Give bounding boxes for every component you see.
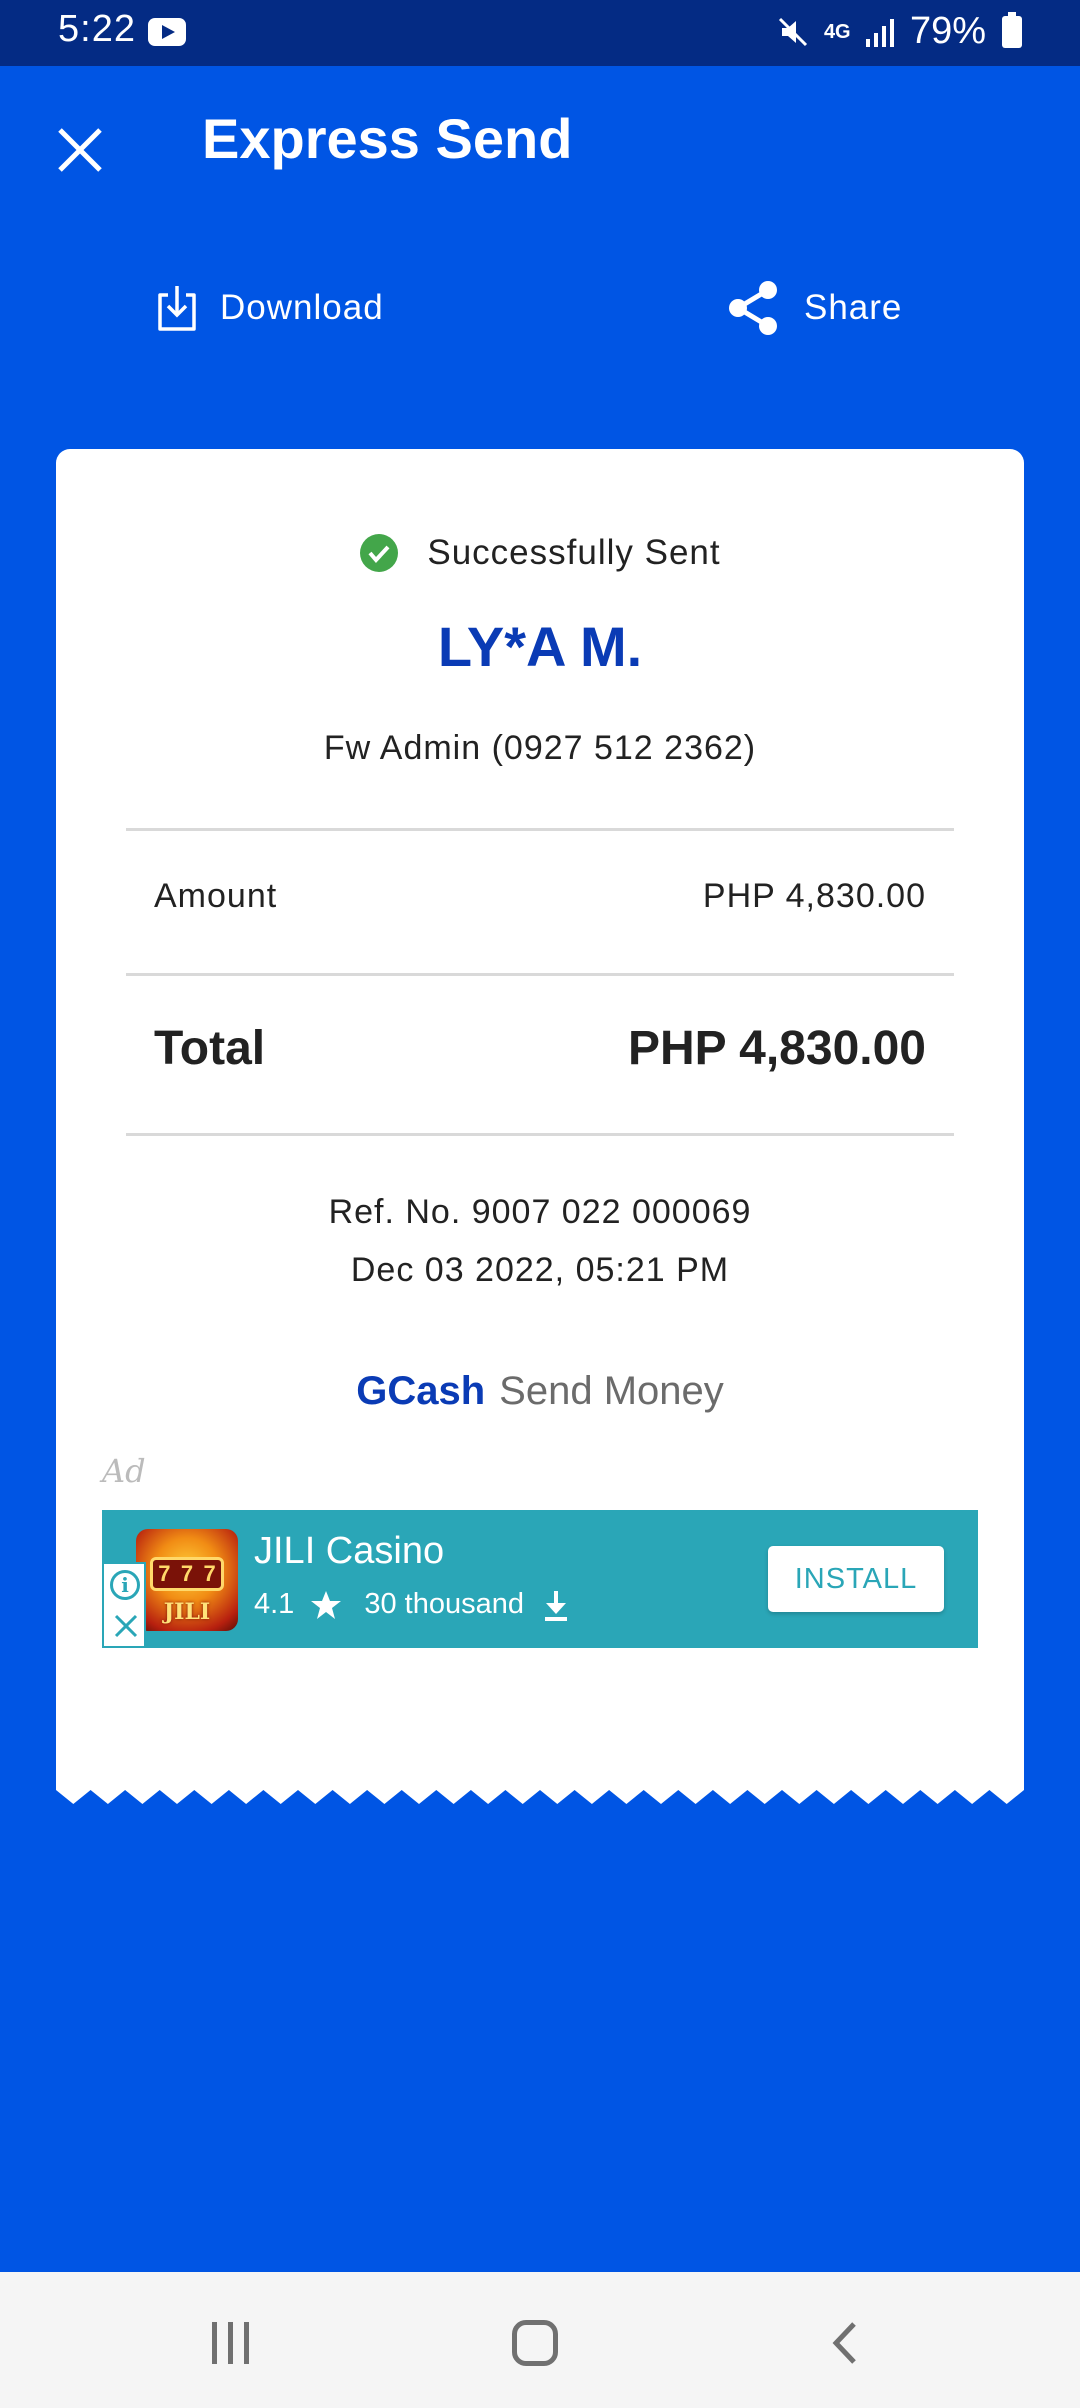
share-label: Share [804,288,903,327]
transaction-date: Dec 03 2022, 05:21 PM [350,1251,730,1289]
ad-choices[interactable]: i [102,1562,146,1648]
download-count-icon [544,1590,567,1621]
battery-icon [1002,11,1022,48]
status-indicators: 4G 79% [776,10,1022,53]
ad-app-icon[interactable]: 7 7 7 JILI [136,1529,238,1631]
receipt-card: Successfully Sent LY*A M. Fw Admin (0927… [56,449,1024,1789]
mute-icon [776,15,810,49]
back-icon[interactable] [822,2320,868,2366]
total-value: PHP 4,830.00 [627,1022,926,1075]
system-nav-bar [0,2272,1080,2408]
youtube-notification-icon [148,18,186,46]
service-name: Send Money [499,1369,724,1413]
home-icon[interactable] [512,2320,558,2366]
recent-apps-icon[interactable] [210,2322,252,2364]
star-icon [311,1590,342,1619]
divider [126,828,954,831]
slot-machine-graphic: 7 7 7 [150,1557,224,1591]
divider [126,1133,954,1136]
download-label: Download [220,288,384,327]
share-icon [729,281,777,335]
brand-footer: GCash Send Money [56,1369,1024,1414]
status-bar: 5:22 4G 79% [0,0,1080,66]
ad-label: Ad [102,1452,146,1490]
check-circle-icon [360,534,399,572]
reference-number: Ref. No. 9007 022 000069 [328,1193,752,1231]
download-icon [158,286,196,331]
ad-app-name[interactable]: JILI Casino [254,1530,444,1573]
download-button[interactable]: Download [154,278,384,338]
ad-rating: 4.1 [254,1588,295,1620]
slot-digit: 7 [158,1561,171,1586]
status-time: 5:22 [58,8,136,50]
battery-percent: 79% [909,10,986,52]
install-button[interactable]: INSTALL [768,1546,944,1612]
app-header: Express Send [0,66,1080,216]
recipient-name: LY*A M. [437,615,643,678]
close-icon[interactable] [50,120,110,180]
close-ad-icon[interactable] [112,1612,140,1640]
ad-icon-text: JILI [163,1599,211,1625]
share-button[interactable]: Share [724,278,902,338]
slot-digit: 7 [180,1561,194,1586]
amount-value: PHP 4,830.00 [702,877,926,915]
ad-app-meta: 4.1 30 thousand [254,1588,570,1621]
divider [126,973,954,976]
amount-label: Amount [154,877,278,915]
success-text: Successfully Sent [427,533,721,572]
info-icon[interactable]: i [110,1570,140,1600]
ad-downloads: 30 thousand [364,1588,524,1620]
slot-digit: 7 [203,1561,216,1586]
gcash-logo: GCash [356,1369,486,1413]
sender-info: Fw Admin (0927 512 2362) [323,729,757,767]
page-title: Express Send [202,107,573,170]
success-status: Successfully Sent [56,533,1024,573]
network-type-label: 4G [823,20,851,43]
ad-banner[interactable]: 7 7 7 JILI i JILI Casino 4.1 30 thousand [102,1510,978,1648]
signal-icon [864,17,896,47]
total-label: Total [154,1022,266,1075]
receipt-zigzag-edge [56,1782,1024,1804]
total-row: Total PHP 4,830.00 [154,1021,926,1076]
amount-row: Amount PHP 4,830.00 [154,877,926,916]
